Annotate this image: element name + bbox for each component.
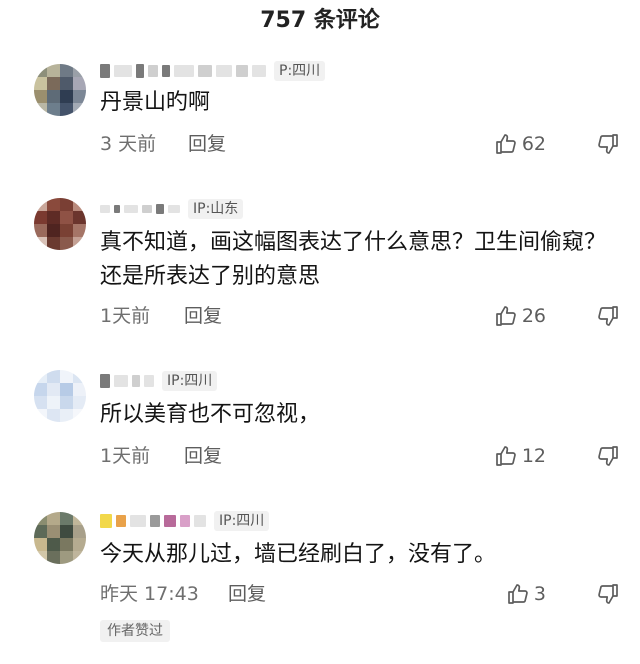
avatar[interactable]: [34, 198, 86, 250]
avatar[interactable]: [34, 370, 86, 422]
avatar[interactable]: [34, 512, 86, 564]
comments-count-title: 757 条评论: [260, 8, 380, 33]
reply-button[interactable]: 回复: [228, 580, 266, 608]
author-liked-badge: 作者赞过: [100, 620, 170, 642]
username-blurred[interactable]: [100, 204, 180, 214]
like-button[interactable]: 12: [494, 442, 546, 470]
thumbs-down-icon[interactable]: [596, 582, 620, 606]
comment-actions: 昨天 17:43 回复 3: [100, 580, 620, 608]
avatar[interactable]: [34, 64, 86, 116]
thumbs-up-icon: [495, 446, 516, 466]
like-count: 3: [533, 583, 546, 605]
thumbs-down-icon[interactable]: [596, 132, 620, 156]
thumbs-up-icon: [508, 584, 528, 604]
like-button[interactable]: 62: [494, 130, 546, 158]
thumbs-down-icon[interactable]: [596, 444, 620, 468]
comment-text: 丹景山旳啊: [100, 90, 211, 115]
comment-actions: 1天前 回复 12: [100, 442, 620, 470]
reply-button[interactable]: 回复: [188, 130, 226, 158]
like-button[interactable]: 26: [494, 302, 546, 330]
comment-text: 今天从那儿过，墙已经刷白了，没有了。: [100, 542, 497, 567]
thumbs-down-icon[interactable]: [596, 304, 620, 328]
username-blurred[interactable]: [100, 514, 206, 528]
like-count: 12: [521, 445, 546, 467]
comment-meta: IP:四川: [100, 370, 218, 392]
ip-location: IP:山东: [188, 199, 244, 219]
like-button[interactable]: 3: [506, 580, 546, 608]
comment-time: 1天前: [100, 305, 151, 327]
comment-text: 真不知道，画这幅图表达了什么意思？卫生间偷窥？还是所表达了别的意思: [100, 230, 607, 289]
thumbs-up-icon: [495, 134, 516, 154]
comment-meta: IP:四川: [100, 510, 270, 532]
ip-location: IP:四川: [162, 371, 218, 391]
comment-actions: 1天前 回复 26: [100, 302, 620, 330]
comment-time: 昨天 17:43: [100, 583, 199, 605]
comment-text: 所以美育也不可忽视，: [100, 402, 321, 427]
username-blurred[interactable]: [100, 64, 266, 78]
thumbs-up-icon: [495, 306, 516, 326]
reply-button[interactable]: 回复: [184, 442, 222, 470]
comment-time: 1天前: [100, 445, 151, 467]
ip-location: P:四川: [274, 61, 326, 81]
username-blurred[interactable]: [100, 374, 154, 388]
like-count: 62: [521, 133, 546, 155]
like-count: 26: [521, 305, 546, 327]
comment-actions: 3 天前 回复 62: [100, 130, 620, 158]
comment-time: 3 天前: [100, 133, 157, 155]
comment-meta: P:四川: [100, 60, 326, 82]
reply-button[interactable]: 回复: [184, 302, 222, 330]
ip-location: IP:四川: [214, 511, 270, 531]
comment-meta: IP:山东: [100, 198, 244, 220]
